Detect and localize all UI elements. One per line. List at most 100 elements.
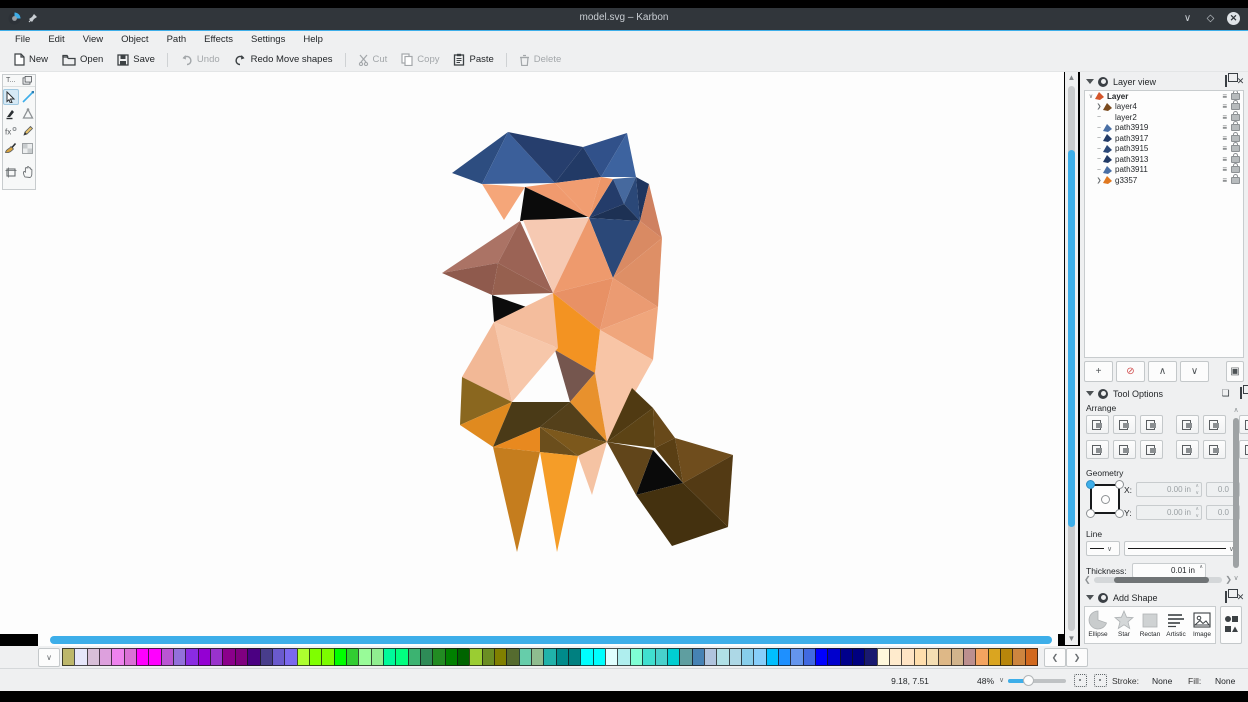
collapse-arrow-icon[interactable] bbox=[1086, 391, 1094, 396]
color-swatch[interactable] bbox=[74, 648, 87, 666]
color-swatch[interactable] bbox=[99, 648, 112, 666]
maximize-button[interactable]: ◇ bbox=[1204, 12, 1217, 25]
collapse-arrow-icon[interactable] bbox=[1086, 595, 1094, 600]
redo-move-shapes-button[interactable]: Redo Move shapes bbox=[227, 51, 340, 69]
color-swatch[interactable] bbox=[679, 648, 692, 666]
align-distribute-button-icon[interactable] bbox=[1113, 440, 1136, 459]
color-swatch[interactable] bbox=[469, 648, 482, 666]
x-input[interactable]: 0.00 in∧∨ bbox=[1136, 482, 1202, 497]
visibility-icon[interactable]: ≡ bbox=[1222, 144, 1227, 153]
color-swatch[interactable] bbox=[704, 648, 717, 666]
layer-name[interactable]: path3917 bbox=[1115, 134, 1222, 143]
visibility-icon[interactable]: ≡ bbox=[1222, 123, 1227, 132]
align-distribute-button-icon[interactable] bbox=[1203, 415, 1226, 434]
palette-menu-button[interactable]: ∨ bbox=[38, 648, 60, 667]
color-swatch[interactable] bbox=[284, 648, 297, 666]
color-swatch[interactable] bbox=[111, 648, 124, 666]
color-swatch[interactable] bbox=[62, 648, 75, 666]
layer-row-Layer[interactable]: ∨ Layer≡ bbox=[1085, 91, 1243, 102]
expander-icon[interactable]: ❯ bbox=[1095, 177, 1103, 184]
new-button[interactable]: New bbox=[6, 50, 55, 69]
zoom-slider[interactable] bbox=[1008, 679, 1066, 683]
line-style-dropdown[interactable]: ∨ bbox=[1124, 541, 1238, 556]
color-swatch[interactable] bbox=[914, 648, 927, 666]
color-swatch[interactable] bbox=[531, 648, 544, 666]
pencil-tool-icon[interactable] bbox=[20, 123, 36, 139]
color-swatch[interactable] bbox=[346, 648, 359, 666]
color-swatch[interactable] bbox=[222, 648, 235, 666]
color-swatch[interactable] bbox=[482, 648, 495, 666]
color-swatch[interactable] bbox=[815, 648, 828, 666]
line-cap-dropdown[interactable]: ∨ bbox=[1086, 541, 1120, 556]
layer-name[interactable]: layer2 bbox=[1115, 113, 1222, 122]
pattern-tool-icon[interactable] bbox=[20, 140, 36, 156]
zoom-dropdown-chevron[interactable]: ∨ bbox=[999, 676, 1004, 684]
color-swatch[interactable] bbox=[617, 648, 630, 666]
layer-name[interactable]: path3919 bbox=[1115, 123, 1222, 132]
color-swatch[interactable] bbox=[1025, 648, 1038, 666]
visibility-icon[interactable]: ≡ bbox=[1222, 92, 1227, 101]
scroll-thumb[interactable] bbox=[1233, 418, 1239, 568]
float-docker-icon[interactable] bbox=[23, 77, 31, 84]
color-swatch[interactable] bbox=[642, 648, 655, 666]
color-swatch[interactable] bbox=[593, 648, 606, 666]
align-distribute-button-icon[interactable] bbox=[1086, 440, 1109, 459]
layer-name[interactable]: path3911 bbox=[1115, 165, 1222, 174]
anchor-center[interactable] bbox=[1101, 495, 1110, 504]
collapse-arrow-icon[interactable] bbox=[1086, 79, 1094, 84]
artwork-polygon[interactable] bbox=[540, 452, 578, 552]
lock-icon[interactable] bbox=[1231, 135, 1240, 142]
zoom-slider-knob[interactable] bbox=[1023, 675, 1034, 686]
color-swatch[interactable] bbox=[124, 648, 137, 666]
close-button[interactable]: ✕ bbox=[1227, 12, 1240, 25]
line-tool-icon[interactable] bbox=[20, 89, 36, 105]
color-swatch[interactable] bbox=[185, 648, 198, 666]
color-swatch[interactable] bbox=[383, 648, 396, 666]
gradient-tool-icon[interactable]: fx bbox=[3, 123, 19, 139]
lower-layer-button[interactable]: ∨ bbox=[1180, 361, 1209, 382]
delete-button[interactable]: Delete bbox=[512, 51, 568, 69]
visibility-icon[interactable]: ≡ bbox=[1222, 134, 1227, 143]
float-panel-icon[interactable] bbox=[1240, 387, 1242, 399]
color-swatch[interactable] bbox=[173, 648, 186, 666]
color-swatch[interactable] bbox=[568, 648, 581, 666]
color-swatch[interactable] bbox=[247, 648, 260, 666]
color-swatch[interactable] bbox=[321, 648, 334, 666]
layer-name[interactable]: Layer bbox=[1107, 92, 1222, 101]
color-swatch[interactable] bbox=[988, 648, 1001, 666]
color-swatch[interactable] bbox=[605, 648, 618, 666]
y-input[interactable]: 0.00 in∧∨ bbox=[1136, 505, 1202, 520]
add-layer-button[interactable]: + bbox=[1084, 361, 1113, 382]
color-swatch[interactable] bbox=[778, 648, 791, 666]
color-swatch[interactable] bbox=[864, 648, 877, 666]
align-distribute-button-icon[interactable] bbox=[1176, 415, 1199, 434]
color-swatch[interactable] bbox=[445, 648, 458, 666]
cut-button[interactable]: Cut bbox=[351, 51, 395, 69]
color-swatch[interactable] bbox=[901, 648, 914, 666]
align-distribute-button-icon[interactable] bbox=[1140, 415, 1163, 434]
lock-icon[interactable] bbox=[1231, 177, 1240, 184]
palette-scroll-left[interactable]: ❮ bbox=[1044, 648, 1066, 667]
shape-star[interactable]: Star bbox=[1111, 607, 1137, 643]
color-swatch[interactable] bbox=[667, 648, 680, 666]
align-distribute-button-icon[interactable] bbox=[1239, 415, 1248, 434]
color-swatch[interactable] bbox=[148, 648, 161, 666]
color-swatch[interactable] bbox=[494, 648, 507, 666]
color-swatch[interactable] bbox=[716, 648, 729, 666]
expander-icon[interactable]: ∨ bbox=[1087, 93, 1095, 100]
select-tool-icon[interactable] bbox=[3, 89, 19, 105]
layer-row-g3357[interactable]: ❯g3357≡ bbox=[1085, 175, 1243, 186]
color-swatch[interactable] bbox=[580, 648, 593, 666]
color-swatch[interactable] bbox=[235, 648, 248, 666]
color-swatch[interactable] bbox=[408, 648, 421, 666]
layer-name[interactable]: path3915 bbox=[1115, 144, 1222, 153]
color-swatch[interactable] bbox=[457, 648, 470, 666]
menu-file[interactable]: File bbox=[6, 32, 39, 47]
visibility-icon[interactable]: ≡ bbox=[1222, 113, 1227, 122]
zoom-level[interactable]: 48% bbox=[977, 676, 994, 686]
save-button[interactable]: Save bbox=[110, 51, 162, 69]
anchor-bottom-left[interactable] bbox=[1086, 509, 1095, 518]
color-swatch[interactable] bbox=[358, 648, 371, 666]
palette-scroll-right[interactable]: ❯ bbox=[1066, 648, 1088, 667]
shape-ellipse[interactable]: Ellipse bbox=[1085, 607, 1111, 643]
